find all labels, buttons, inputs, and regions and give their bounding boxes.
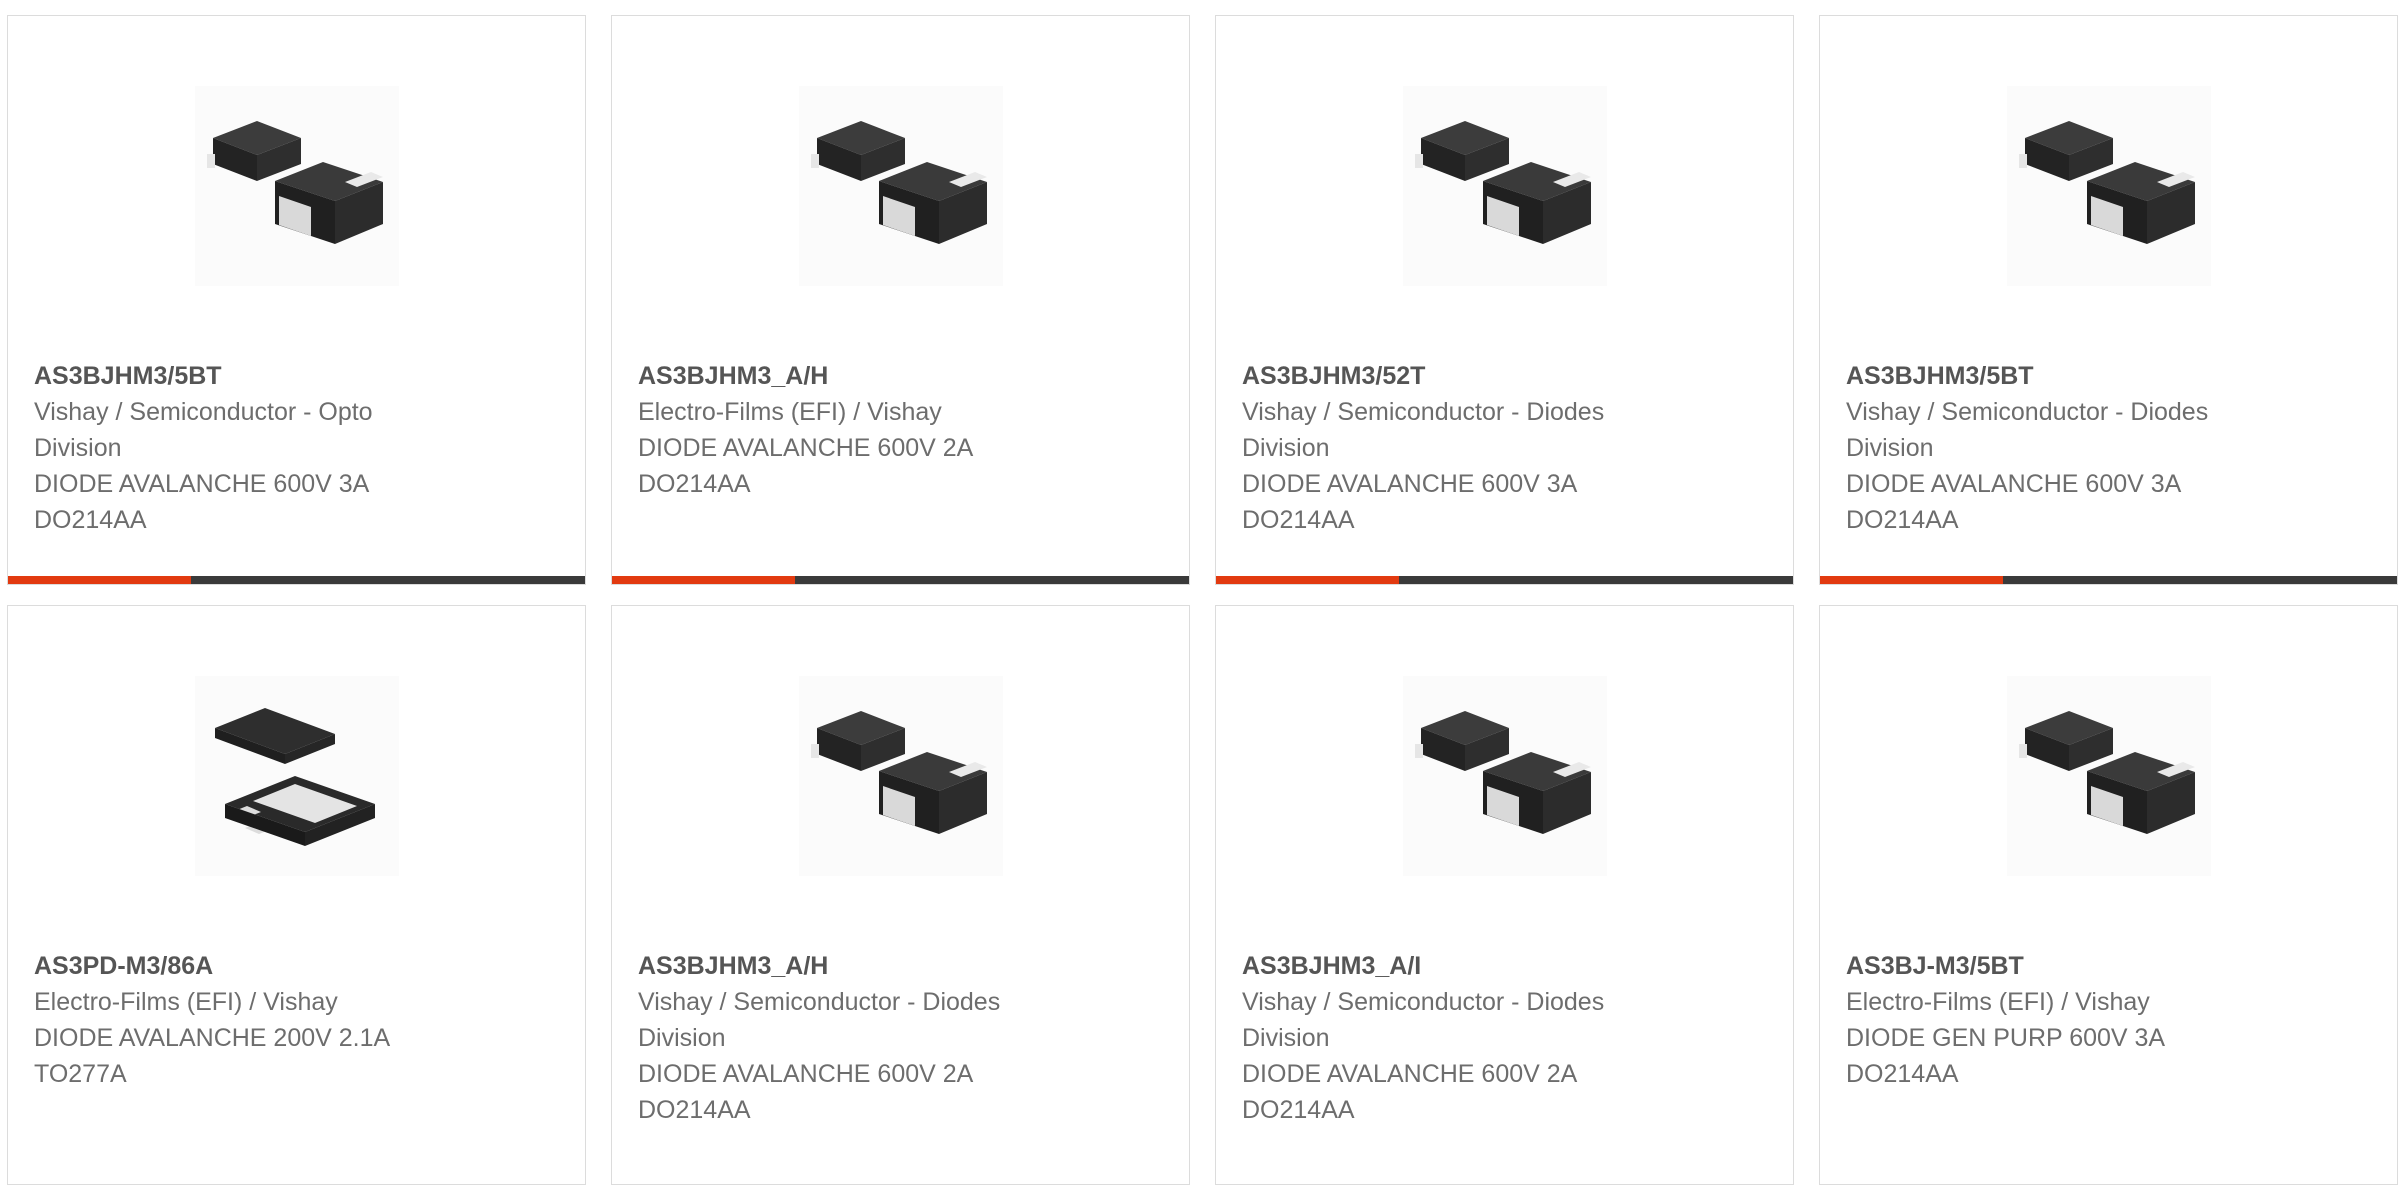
- product-info: AS3BJ-M3/5BT Electro-Films (EFI) / Visha…: [1846, 948, 2377, 1092]
- card-accent-bar: [1820, 576, 2003, 584]
- product-line: Electro-Films (EFI) / Vishay: [34, 988, 338, 1016]
- product-card[interactable]: AS3BJHM3_A/H Electro-Films (EFI) / Visha…: [611, 15, 1190, 585]
- product-grid: AS3BJHM3/5BT Vishay / Semiconductor - Op…: [0, 0, 2400, 1185]
- product-line: Electro-Films (EFI) / Vishay: [1846, 988, 2150, 1016]
- product-info: AS3BJHM3_A/H Electro-Films (EFI) / Visha…: [638, 358, 1169, 502]
- product-line: TO277A: [34, 1060, 127, 1088]
- to277a-package-icon: [194, 676, 399, 876]
- product-line: DO214AA: [1846, 506, 1959, 534]
- product-line: DIODE AVALANCHE 600V 3A: [1846, 470, 2182, 498]
- card-bottom-bar: [8, 576, 585, 584]
- smb-diode-package-icon: [2006, 86, 2211, 286]
- product-line: Division: [638, 1024, 726, 1052]
- smb-diode-package-icon: [798, 676, 1003, 876]
- product-line: Vishay / Semiconductor - Diodes: [1242, 988, 1605, 1016]
- part-number[interactable]: AS3BJHM3/52T: [1242, 358, 1773, 394]
- product-line: Division: [1846, 434, 1934, 462]
- product-line: Electro-Films (EFI) / Vishay: [638, 398, 942, 426]
- product-line: Vishay / Semiconductor - Diodes: [1242, 398, 1605, 426]
- card-accent-bar: [612, 576, 795, 584]
- product-line: DIODE AVALANCHE 600V 2A: [1242, 1060, 1578, 1088]
- product-info: AS3BJHM3_A/H Vishay / Semiconductor - Di…: [638, 948, 1169, 1128]
- product-line: DO214AA: [1846, 1060, 1959, 1088]
- product-info: AS3BJHM3_A/I Vishay / Semiconductor - Di…: [1242, 948, 1773, 1128]
- product-line: DIODE AVALANCHE 600V 2A: [638, 434, 974, 462]
- product-line: Vishay / Semiconductor - Opto: [34, 398, 373, 426]
- product-line: Vishay / Semiconductor - Diodes: [638, 988, 1001, 1016]
- smb-diode-package-icon: [798, 86, 1003, 286]
- smb-diode-package-icon: [1402, 676, 1607, 876]
- part-number[interactable]: AS3BJHM3_A/H: [638, 948, 1169, 984]
- product-card[interactable]: AS3BJHM3/5BT Vishay / Semiconductor - Di…: [1819, 15, 2398, 585]
- card-accent-bar: [8, 576, 191, 584]
- product-line: DIODE AVALANCHE 600V 3A: [1242, 470, 1578, 498]
- product-line: DO214AA: [1242, 1096, 1355, 1124]
- part-number[interactable]: AS3BJHM3/5BT: [34, 358, 565, 394]
- product-line: DIODE AVALANCHE 600V 2A: [638, 1060, 974, 1088]
- smb-diode-package-icon: [194, 86, 399, 286]
- part-number[interactable]: AS3BJHM3/5BT: [1846, 358, 2377, 394]
- product-card[interactable]: AS3BJHM3/52T Vishay / Semiconductor - Di…: [1215, 15, 1794, 585]
- product-line: Vishay / Semiconductor - Diodes: [1846, 398, 2209, 426]
- product-info: AS3BJHM3/52T Vishay / Semiconductor - Di…: [1242, 358, 1773, 538]
- product-info: AS3BJHM3/5BT Vishay / Semiconductor - Op…: [34, 358, 565, 538]
- product-line: DIODE AVALANCHE 200V 2.1A: [34, 1024, 391, 1052]
- product-line: DO214AA: [34, 506, 147, 534]
- product-line: Division: [1242, 1024, 1330, 1052]
- product-info: AS3BJHM3/5BT Vishay / Semiconductor - Di…: [1846, 358, 2377, 538]
- product-card[interactable]: AS3BJHM3/5BT Vishay / Semiconductor - Op…: [7, 15, 586, 585]
- card-accent-bar: [1216, 576, 1399, 584]
- part-number[interactable]: AS3BJHM3_A/H: [638, 358, 1169, 394]
- product-line: DIODE GEN PURP 600V 3A: [1846, 1024, 2166, 1052]
- part-number[interactable]: AS3BJ-M3/5BT: [1846, 948, 2377, 984]
- product-card[interactable]: AS3PD-M3/86A Electro-Films (EFI) / Visha…: [7, 605, 586, 1185]
- card-bottom-bar: [1820, 576, 2397, 584]
- product-line: DO214AA: [638, 470, 751, 498]
- part-number[interactable]: AS3PD-M3/86A: [34, 948, 565, 984]
- smb-diode-package-icon: [2006, 676, 2211, 876]
- product-line: DIODE AVALANCHE 600V 3A: [34, 470, 370, 498]
- product-card[interactable]: AS3BJ-M3/5BT Electro-Films (EFI) / Visha…: [1819, 605, 2398, 1185]
- product-line: DO214AA: [638, 1096, 751, 1124]
- product-line: Division: [34, 434, 122, 462]
- product-line: DO214AA: [1242, 506, 1355, 534]
- product-card[interactable]: AS3BJHM3_A/H Vishay / Semiconductor - Di…: [611, 605, 1190, 1185]
- product-line: Division: [1242, 434, 1330, 462]
- card-bottom-bar: [1216, 576, 1793, 584]
- product-info: AS3PD-M3/86A Electro-Films (EFI) / Visha…: [34, 948, 565, 1092]
- product-card[interactable]: AS3BJHM3_A/I Vishay / Semiconductor - Di…: [1215, 605, 1794, 1185]
- part-number[interactable]: AS3BJHM3_A/I: [1242, 948, 1773, 984]
- smb-diode-package-icon: [1402, 86, 1607, 286]
- card-bottom-bar: [612, 576, 1189, 584]
